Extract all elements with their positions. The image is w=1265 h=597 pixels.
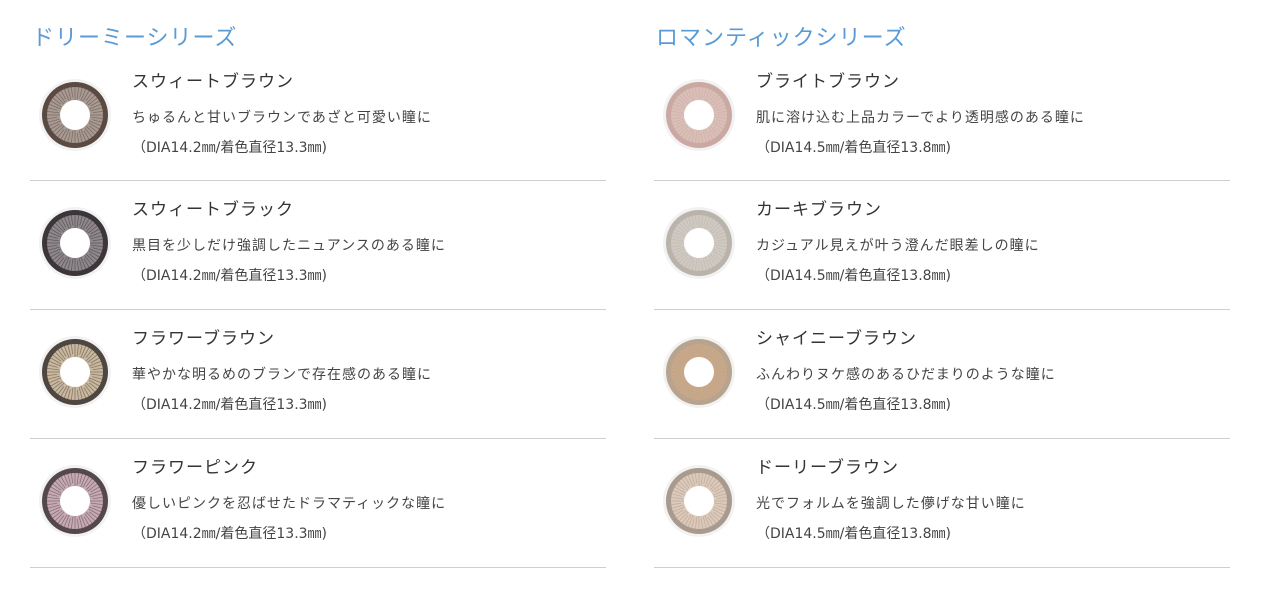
product-list: ブライトブラウン 肌に溶け込む上品カラーでより透明感のある瞳に （DIA14.5… bbox=[654, 53, 1230, 568]
lens-icon[interactable] bbox=[38, 464, 112, 538]
product-name[interactable]: フラワーブラウン bbox=[132, 324, 275, 349]
product-spec: （DIA14.2㎜/着色直径13.3㎜) bbox=[132, 397, 328, 413]
product-name[interactable]: ドーリーブラウン bbox=[756, 453, 899, 478]
product-list: スウィートブラウン ちゅるんと甘いブラウンであざと可愛い瞳に （DIA14.2㎜… bbox=[30, 53, 606, 568]
product-name[interactable]: スウィートブラック bbox=[132, 195, 294, 220]
product-spec: （DIA14.5㎜/着色直径13.8㎜) bbox=[756, 397, 952, 413]
lens-icon[interactable] bbox=[662, 78, 736, 152]
product-name[interactable]: ブライトブラウン bbox=[756, 67, 900, 92]
product-spec: （DIA14.2㎜/着色直径13.3㎜) bbox=[132, 268, 328, 284]
product-description: ふんわりヌケ感のあるひだまりのような瞳に bbox=[756, 367, 1056, 383]
product-description: カジュアル見えが叶う澄んだ眼差しの瞳に bbox=[756, 238, 1040, 254]
product-item[interactable]: スウィートブラウン ちゅるんと甘いブラウンであざと可愛い瞳に （DIA14.2㎜… bbox=[30, 53, 606, 181]
lens-icon[interactable] bbox=[662, 206, 736, 280]
product-item[interactable]: カーキブラウン カジュアル見えが叶う澄んだ眼差しの瞳に （DIA14.5㎜/着色… bbox=[654, 181, 1230, 310]
series-title: ドリーミーシリーズ bbox=[32, 26, 238, 51]
product-description: 肌に溶け込む上品カラーでより透明感のある瞳に bbox=[756, 110, 1085, 126]
product-item[interactable]: スウィートブラック 黒目を少しだけ強調したニュアンスのある瞳に （DIA14.2… bbox=[30, 181, 606, 310]
product-name[interactable]: カーキブラウン bbox=[756, 195, 882, 220]
product-name[interactable]: シャイニーブラウン bbox=[756, 324, 917, 349]
product-name[interactable]: フラワーピンク bbox=[132, 453, 258, 478]
product-item[interactable]: シャイニーブラウン ふんわりヌケ感のあるひだまりのような瞳に （DIA14.5㎜… bbox=[654, 310, 1230, 439]
lens-icon[interactable] bbox=[38, 335, 112, 409]
lens-icon[interactable] bbox=[662, 335, 736, 409]
series-title: ロマンティックシリーズ bbox=[656, 26, 907, 51]
lens-icon[interactable] bbox=[662, 464, 736, 538]
lens-icon[interactable] bbox=[38, 78, 112, 152]
product-spec: （DIA14.2㎜/着色直径13.3㎜) bbox=[132, 140, 328, 156]
product-item[interactable]: ドーリーブラウン 光でフォルムを強調した儚げな甘い瞳に （DIA14.5㎜/着色… bbox=[654, 439, 1230, 568]
product-description: 優しいピンクを忍ばせたドラマティックな瞳に bbox=[132, 496, 447, 512]
product-item[interactable]: フラワーピンク 優しいピンクを忍ばせたドラマティックな瞳に （DIA14.2㎜/… bbox=[30, 439, 606, 568]
product-item[interactable]: ブライトブラウン 肌に溶け込む上品カラーでより透明感のある瞳に （DIA14.5… bbox=[654, 53, 1230, 181]
lens-icon[interactable] bbox=[38, 206, 112, 280]
product-item[interactable]: フラワーブラウン 華やかな明るめのブランで存在感のある瞳に （DIA14.2㎜/… bbox=[30, 310, 606, 439]
product-spec: （DIA14.5㎜/着色直径13.8㎜) bbox=[756, 140, 952, 156]
product-name[interactable]: スウィートブラウン bbox=[132, 67, 294, 92]
product-spec: （DIA14.2㎜/着色直径13.3㎜) bbox=[132, 526, 328, 542]
product-description: 光でフォルムを強調した儚げな甘い瞳に bbox=[756, 496, 1026, 512]
product-spec: （DIA14.5㎜/着色直径13.8㎜) bbox=[756, 526, 952, 542]
product-description: ちゅるんと甘いブラウンであざと可愛い瞳に bbox=[132, 110, 432, 126]
product-description: 黒目を少しだけ強調したニュアンスのある瞳に bbox=[132, 238, 446, 254]
product-spec: （DIA14.5㎜/着色直径13.8㎜) bbox=[756, 268, 952, 284]
product-description: 華やかな明るめのブランで存在感のある瞳に bbox=[132, 367, 432, 383]
